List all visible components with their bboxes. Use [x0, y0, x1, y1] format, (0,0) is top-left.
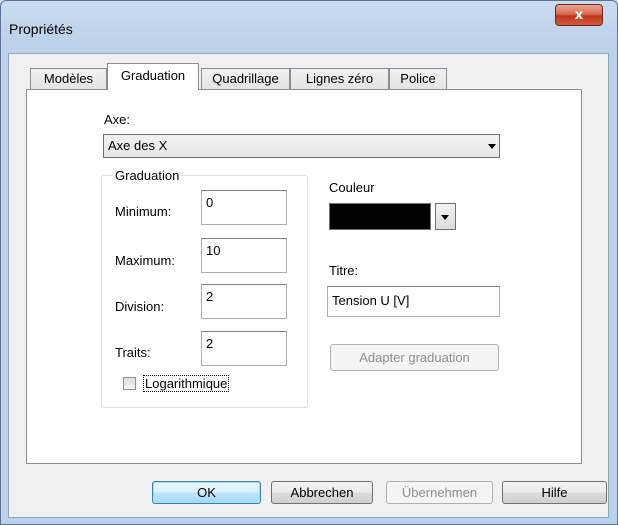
- title-label: Titre:: [329, 263, 359, 278]
- cancel-button[interactable]: Abbrechen: [271, 481, 373, 504]
- chevron-down-icon: [441, 215, 449, 220]
- logarithmic-label[interactable]: Logarithmique: [143, 375, 230, 392]
- axis-select-value: Axe des X: [108, 138, 168, 153]
- tab-graduation[interactable]: Graduation: [107, 63, 199, 90]
- maximum-label: Maximum:: [115, 253, 175, 268]
- adapt-graduation-button[interactable]: Adapter graduation: [330, 344, 499, 371]
- tab-modeles[interactable]: Modèles: [30, 68, 107, 89]
- window-title: Propriétés: [9, 21, 73, 37]
- minimum-label: Minimum:: [115, 204, 172, 219]
- close-icon: x: [574, 8, 584, 23]
- logarithmic-checkbox[interactable]: [123, 377, 136, 390]
- axis-label: Axe:: [104, 112, 131, 127]
- traits-field[interactable]: 2: [201, 331, 287, 366]
- minimum-field[interactable]: 0: [201, 190, 287, 225]
- help-button[interactable]: Hilfe: [502, 481, 607, 504]
- title-field[interactable]: Tension U [V]: [327, 286, 500, 317]
- graduation-group-label: Graduation: [113, 168, 182, 183]
- traits-label: Traits:: [115, 345, 151, 360]
- division-field[interactable]: 2: [201, 284, 287, 319]
- color-swatch[interactable]: [329, 203, 431, 230]
- maximum-field[interactable]: 10: [201, 238, 287, 273]
- apply-button[interactable]: Übernehmen: [386, 481, 493, 504]
- close-button[interactable]: x: [555, 4, 603, 26]
- tab-lignes-zero[interactable]: Lignes zéro: [290, 68, 389, 89]
- tab-police[interactable]: Police: [389, 68, 447, 89]
- axis-select[interactable]: Axe des X: [103, 134, 500, 158]
- tab-quadrillage[interactable]: Quadrillage: [201, 68, 290, 89]
- color-dropdown-button[interactable]: [435, 203, 456, 230]
- chevron-down-icon: [488, 144, 496, 149]
- ok-button[interactable]: OK: [152, 481, 261, 504]
- division-label: Division:: [115, 299, 165, 314]
- color-label: Couleur: [329, 180, 375, 195]
